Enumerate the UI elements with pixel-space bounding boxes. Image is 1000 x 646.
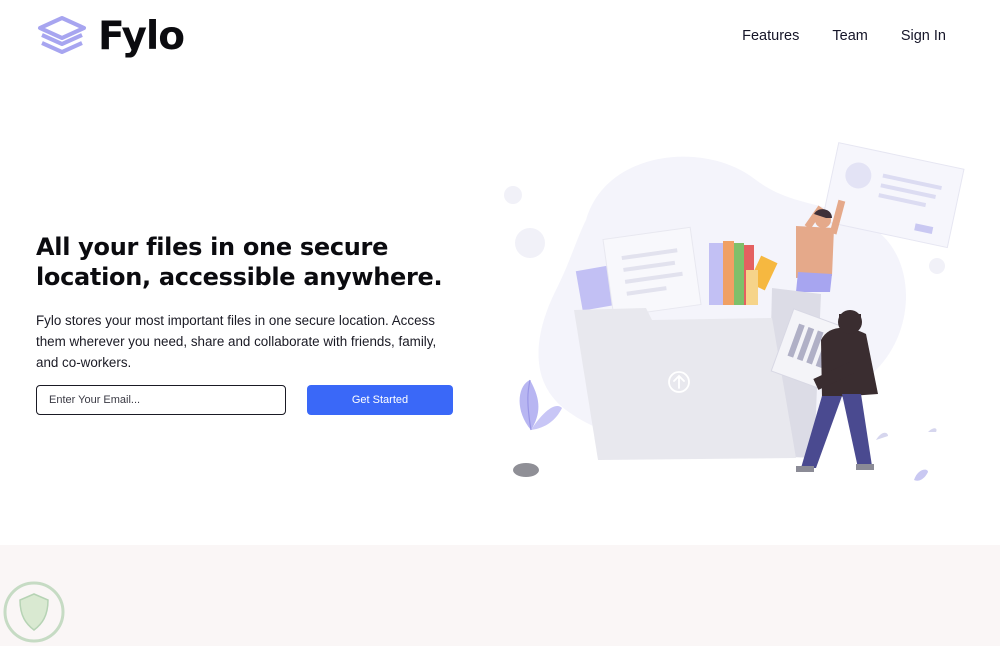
get-started-button[interactable]: Get Started — [307, 385, 453, 415]
nav-link-sign-in[interactable]: Sign In — [901, 28, 946, 44]
main-nav: Features Team Sign In — [742, 28, 946, 44]
brand-name: Fylo — [98, 13, 185, 59]
next-section-band — [0, 545, 1000, 646]
nav-link-team[interactable]: Team — [832, 28, 867, 44]
shield-watermark-icon — [3, 581, 65, 643]
email-input[interactable] — [36, 385, 286, 415]
nav-link-features[interactable]: Features — [742, 28, 799, 44]
people-uploading-files-illustration — [504, 142, 965, 481]
brand-logo[interactable]: Fylo — [36, 12, 185, 60]
hero-description: Fylo stores your most important files in… — [36, 313, 437, 370]
stacked-layers-icon — [38, 16, 86, 54]
hero-title: All your files in one secure location, a… — [36, 233, 443, 291]
